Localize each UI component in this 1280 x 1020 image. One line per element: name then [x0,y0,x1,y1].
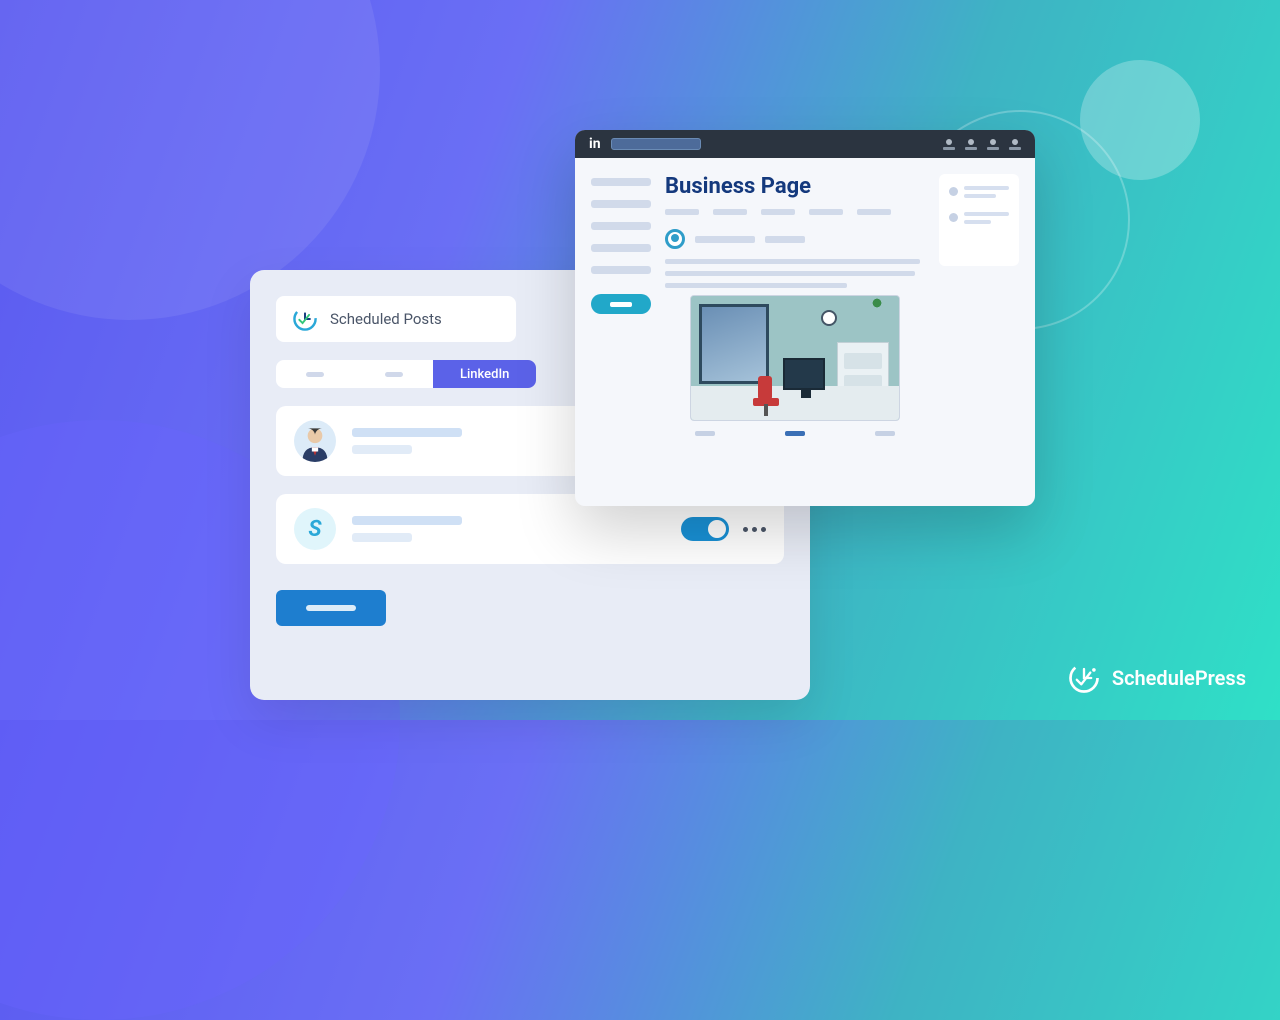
sidebar-item[interactable] [591,222,651,230]
author-avatar-icon [665,229,685,249]
sidebar-item[interactable] [591,178,651,186]
linkedin-logo-icon: in [589,136,601,152]
primary-action-button[interactable] [276,590,386,626]
sidebar-item[interactable] [591,200,651,208]
scheduled-posts-title: Scheduled Posts [330,310,442,328]
schedulepress-icon [292,306,318,332]
social-tab-linkedin[interactable]: LinkedIn [433,360,536,388]
scheduled-posts-header: Scheduled Posts [276,296,516,342]
rail-item[interactable] [949,186,1009,202]
sidebar-item[interactable] [591,266,651,274]
page-tab[interactable] [857,209,891,215]
nav-icon[interactable] [965,139,977,150]
page-tab[interactable] [761,209,795,215]
social-tab[interactable] [276,360,355,388]
schedulepress-logo-icon [1066,660,1102,696]
pager-dot[interactable] [695,431,715,436]
page-title: Business Page [665,174,925,199]
linkedin-right-rail [939,174,1019,266]
text-placeholder [695,236,755,243]
nav-icon[interactable] [987,139,999,150]
pager-dot[interactable] [875,431,895,436]
social-tab[interactable] [355,360,434,388]
search-input[interactable] [611,138,701,150]
nav-icon[interactable] [1009,139,1021,150]
page-logo-icon: S [294,508,336,550]
sidebar-item[interactable] [591,244,651,252]
brand-name: SchedulePress [1112,666,1246,690]
social-tabs: LinkedIn [276,360,536,388]
nav-icon[interactable] [943,139,955,150]
sidebar-button[interactable] [591,294,651,314]
account-text-placeholder [352,516,462,542]
avatar [294,420,336,462]
more-icon[interactable] [743,527,766,532]
linkedin-topbar: in [575,130,1035,158]
rail-item[interactable] [949,212,1009,228]
post-image [690,295,900,421]
account-toggle[interactable] [681,517,729,541]
brand-watermark: SchedulePress [1066,660,1246,696]
pager-dot-active[interactable] [785,431,805,436]
linkedin-sidebar [591,174,651,496]
account-text-placeholder [352,428,462,454]
page-tab[interactable] [809,209,843,215]
post-author-row [665,229,925,249]
carousel-pager [665,431,925,436]
post-body-placeholder [665,259,925,288]
bg-circle [1080,60,1200,180]
page-tab[interactable] [713,209,747,215]
linkedin-preview-panel: in Business Page [575,130,1035,506]
page-tab[interactable] [665,209,699,215]
page-tabs [665,209,925,215]
linkedin-main: Business Page [665,174,925,496]
text-placeholder [765,236,805,243]
